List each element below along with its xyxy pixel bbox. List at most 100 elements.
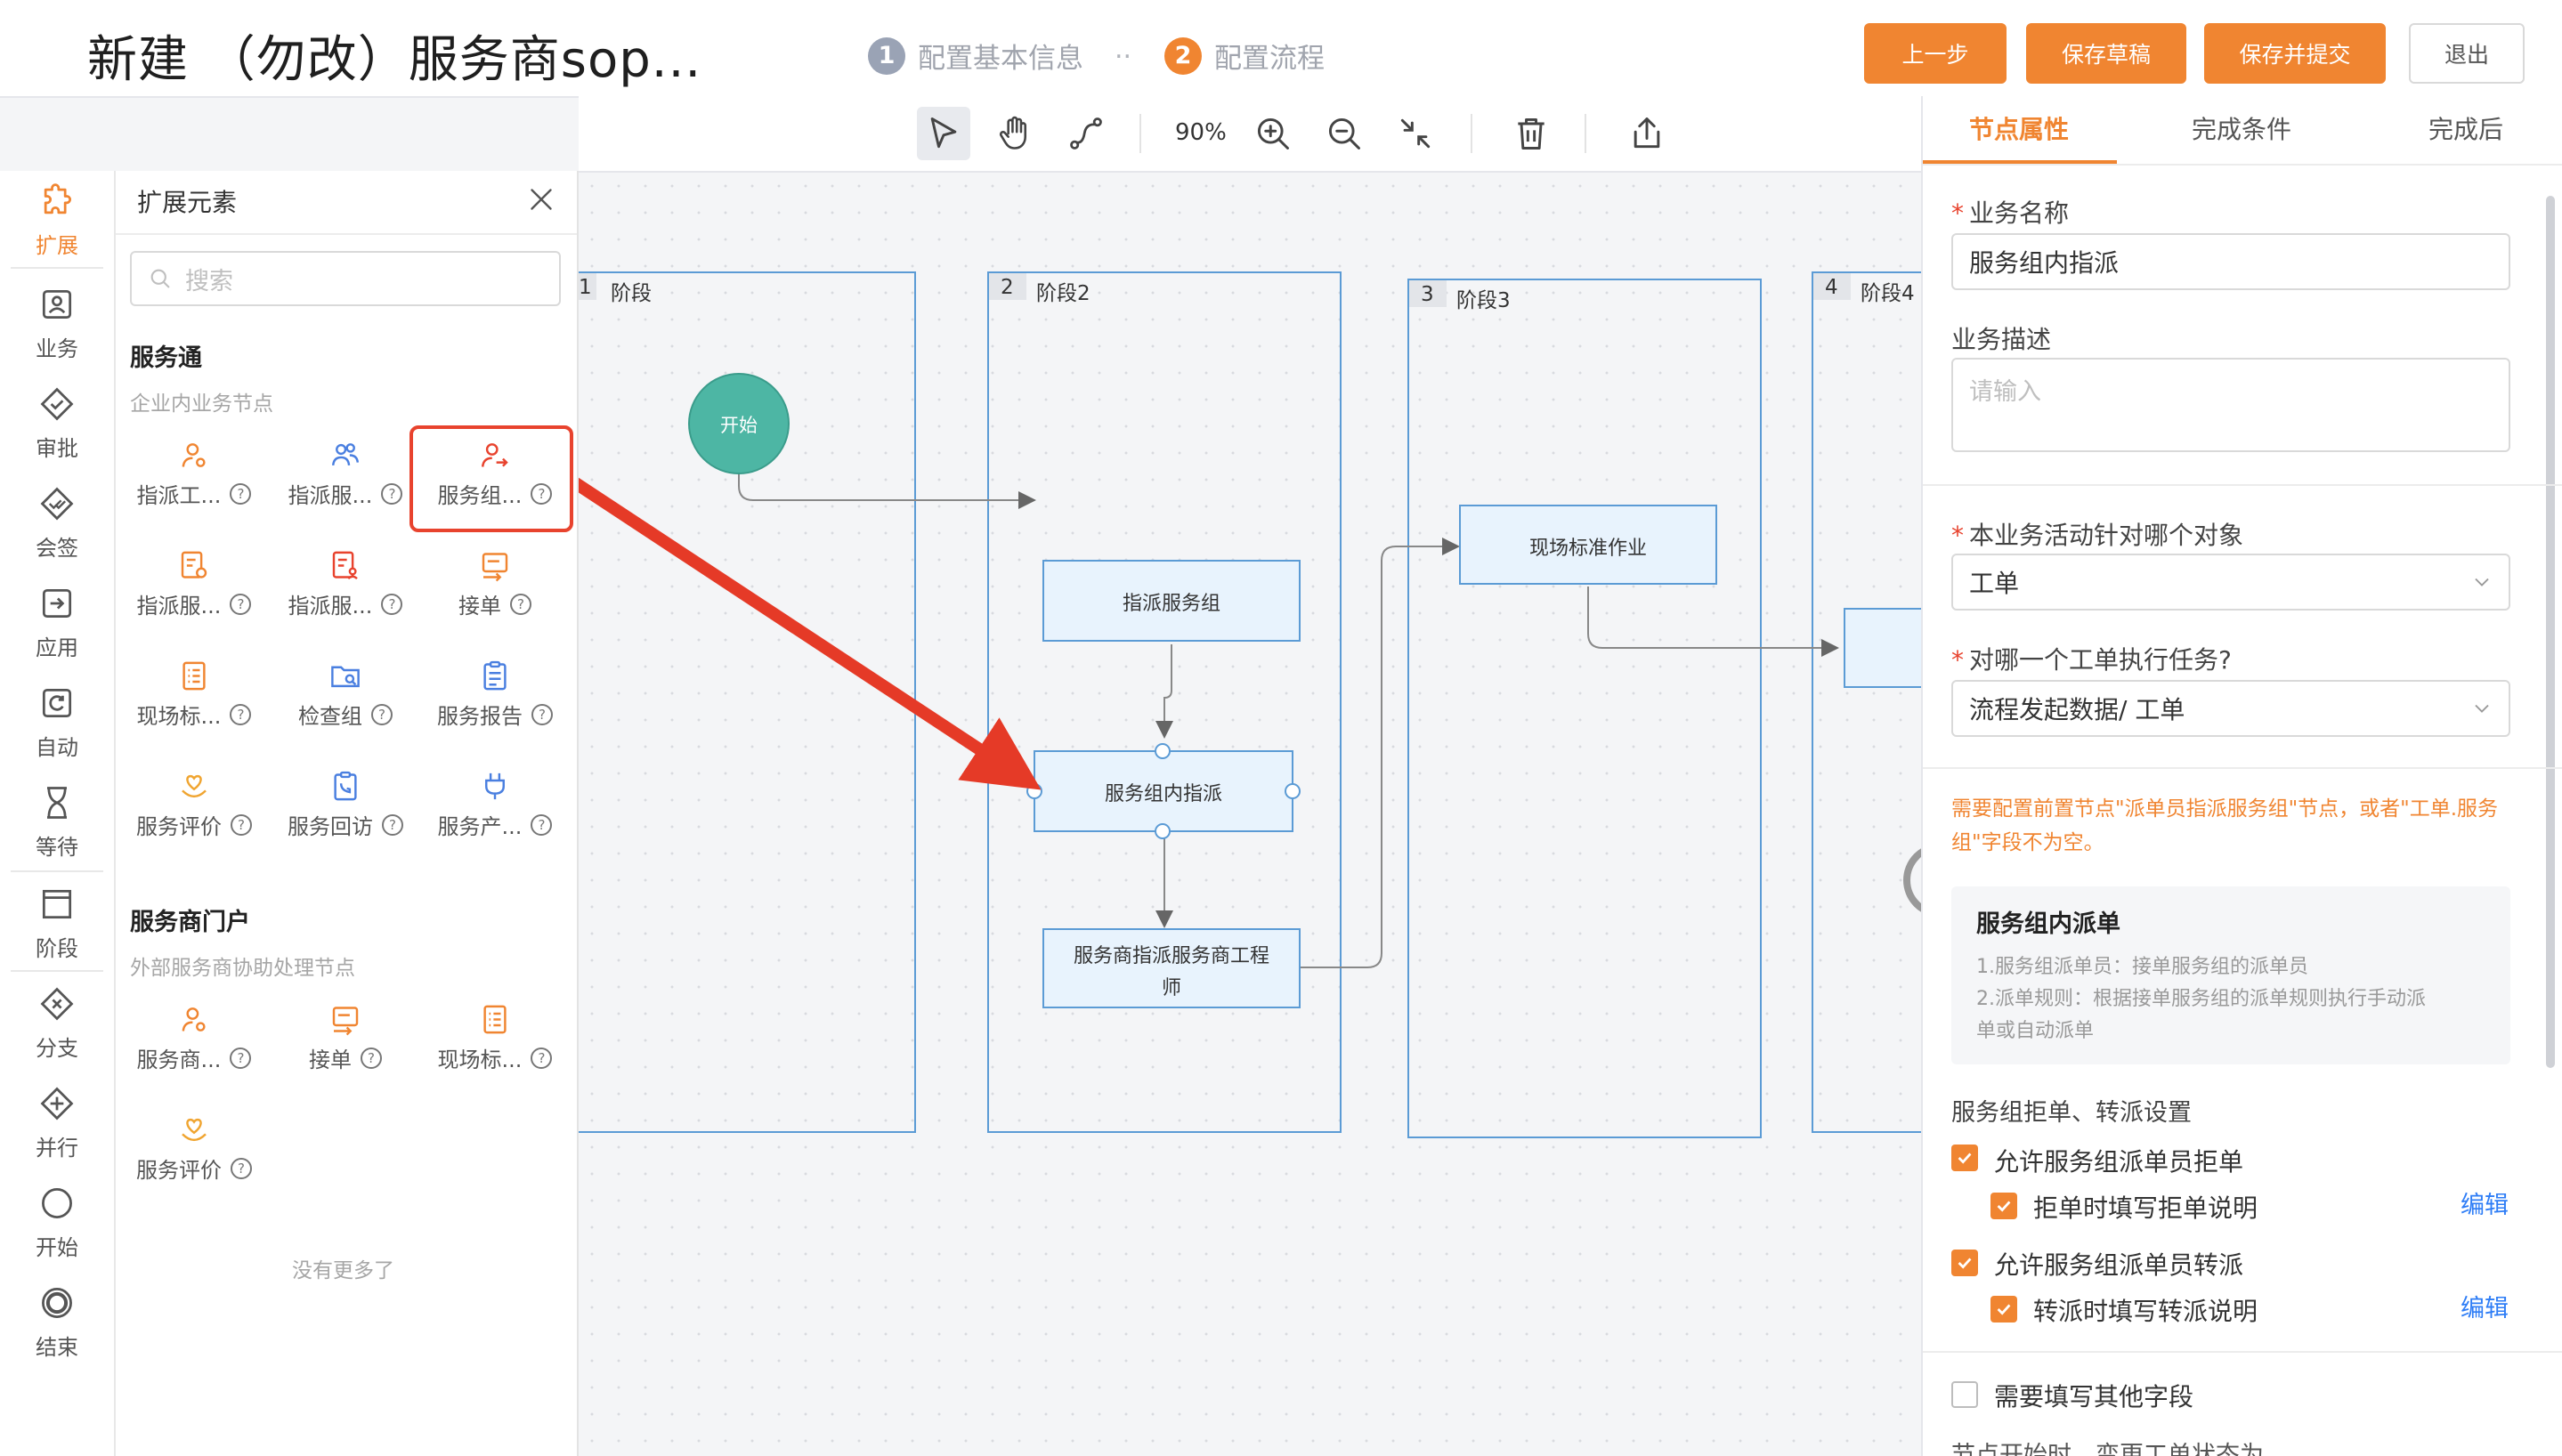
stage-1-label: 阶段: [611, 282, 652, 305]
element-assign-service-1[interactable]: 指派服...?: [121, 548, 267, 619]
help-icon[interactable]: ?: [531, 813, 553, 836]
element-label: 指派服...: [136, 594, 222, 619]
rail-item-wait[interactable]: 等待: [0, 783, 114, 861]
tab-after-completion[interactable]: 完成后: [2428, 110, 2503, 146]
help-icon[interactable]: ?: [230, 703, 252, 725]
step-2[interactable]: 2 配置流程: [1164, 36, 1325, 76]
select-tool[interactable]: [917, 107, 970, 160]
pan-tool[interactable]: [988, 107, 1042, 160]
element-service-revisit[interactable]: 服务回访?: [272, 769, 418, 840]
edge-onsite-to-next[interactable]: [1587, 586, 1839, 657]
phone-clipboard-icon: [334, 771, 357, 801]
form-gear-icon: [181, 551, 207, 578]
delete-button[interactable]: [1504, 107, 1558, 160]
user-gear-icon: [182, 443, 206, 467]
reject-note-checkbox[interactable]: [1990, 1193, 2017, 1219]
connection-port[interactable]: [1155, 743, 1171, 759]
transfer-note-checkbox[interactable]: [1990, 1296, 2017, 1323]
hourglass-icon: [47, 787, 67, 819]
help-icon[interactable]: ?: [381, 593, 403, 615]
plug-icon: [485, 772, 505, 800]
rail-item-approve[interactable]: 审批: [0, 384, 114, 462]
element-assign-worker[interactable]: 指派工...?: [121, 438, 267, 509]
business-desc-textarea[interactable]: 请输入: [1951, 358, 2510, 452]
trash-icon: [1518, 117, 1544, 150]
element-provider-accept[interactable]: 接单?: [272, 1002, 418, 1073]
rail-item-parallel[interactable]: 并行: [0, 1084, 114, 1161]
help-icon[interactable]: ?: [531, 703, 553, 725]
node-partial[interactable]: [1844, 608, 1921, 688]
stage-lane-4[interactable]: [1812, 271, 1921, 1133]
element-provider-rating[interactable]: 服务评价?: [121, 1112, 267, 1184]
edge-assign-to-group[interactable]: [1155, 644, 1173, 739]
zoom-out-button[interactable]: [1317, 107, 1371, 160]
exit-button[interactable]: 退出: [2409, 23, 2525, 84]
help-icon[interactable]: ?: [382, 813, 403, 836]
which-order-select[interactable]: 流程发起数据/ 工单: [1951, 680, 2510, 737]
allow-reject-checkbox[interactable]: [1951, 1145, 1978, 1171]
rail-item-stage[interactable]: 阶段: [0, 885, 114, 962]
help-icon[interactable]: ?: [381, 482, 403, 505]
element-service-product[interactable]: 服务产...?: [422, 769, 568, 840]
save-submit-button[interactable]: 保存并提交: [2204, 23, 2386, 84]
stage-lane-3[interactable]: [1407, 279, 1762, 1138]
search-input[interactable]: 搜索: [130, 251, 561, 306]
rail-item-business[interactable]: 业务: [0, 285, 114, 362]
help-icon[interactable]: ?: [230, 1047, 252, 1069]
element-accept-order[interactable]: 接单?: [422, 548, 568, 619]
business-name-input[interactable]: 服务组内指派: [1951, 233, 2510, 290]
fit-view-button[interactable]: [1389, 107, 1442, 160]
element-assign-service-2[interactable]: 指派服...?: [272, 548, 418, 619]
element-label: 指派服...: [288, 594, 373, 619]
rail-item-start[interactable]: 开始: [0, 1184, 114, 1261]
allow-transfer-checkbox[interactable]: [1951, 1250, 1978, 1276]
close-panel-button[interactable]: [525, 183, 557, 215]
flow-canvas[interactable]: 1 阶段 2 阶段2 3 阶段3 4 阶段4 开始 指派服务组 服务组内指派 服…: [579, 173, 1921, 1456]
start-icon: [42, 1188, 72, 1218]
help-icon[interactable]: ?: [371, 703, 393, 725]
panel-scrollbar[interactable]: [2546, 196, 2555, 1068]
zoom-in-button[interactable]: [1246, 107, 1300, 160]
annotation-arrow: [579, 477, 1042, 790]
step-1[interactable]: 1 配置基本信息: [868, 36, 1083, 76]
edit-reject-note-link[interactable]: 编辑: [2461, 1185, 2509, 1220]
rail-label: 阶段: [36, 936, 78, 961]
connect-tool[interactable]: [1059, 107, 1113, 160]
help-icon[interactable]: ?: [531, 1047, 553, 1069]
element-assign-group[interactable]: 指派服...?: [272, 438, 418, 509]
element-provider-assign[interactable]: 服务商...?: [121, 1002, 267, 1073]
prev-step-button[interactable]: 上一步: [1864, 23, 2007, 84]
save-draft-button[interactable]: 保存草稿: [2026, 23, 2186, 84]
end-node-partial[interactable]: [1903, 846, 1921, 914]
help-icon[interactable]: ?: [361, 1047, 382, 1069]
tab-completion-conditions[interactable]: 完成条件: [2192, 110, 2291, 146]
step-2-label: 配置流程: [1214, 43, 1325, 75]
edit-transfer-note-link[interactable]: 编辑: [2461, 1289, 2509, 1323]
edge-provider-to-onsite[interactable]: [1300, 538, 1460, 968]
element-service-rating[interactable]: 服务评价?: [121, 769, 267, 840]
help-icon[interactable]: ?: [230, 593, 252, 615]
parallel-icon: [40, 1087, 74, 1120]
help-icon[interactable]: ?: [231, 813, 252, 836]
rail-item-end[interactable]: 结束: [0, 1283, 114, 1361]
element-provider-onsite[interactable]: 现场标...?: [422, 1002, 568, 1073]
connection-port[interactable]: [1155, 823, 1171, 839]
help-icon[interactable]: ?: [231, 1157, 252, 1179]
element-inspection-group[interactable]: 检查组?: [272, 659, 418, 730]
rail-item-auto[interactable]: 自动: [0, 684, 114, 761]
help-icon[interactable]: ?: [510, 593, 531, 615]
export-button[interactable]: [1620, 107, 1674, 160]
rail-item-branch[interactable]: 分支: [0, 984, 114, 1062]
no-more-text: 没有更多了: [292, 1259, 394, 1282]
element-service-report[interactable]: 服务报告?: [422, 659, 568, 730]
rail-item-extend[interactable]: 扩展: [0, 182, 114, 259]
pointer-icon: [930, 117, 957, 149]
help-icon[interactable]: ?: [230, 482, 252, 505]
rail-item-app[interactable]: 应用: [0, 584, 114, 661]
rail-item-countersign[interactable]: 会签: [0, 484, 114, 562]
step-1-number: 1: [868, 36, 905, 75]
target-object-select[interactable]: 工单: [1951, 554, 2510, 611]
tab-node-properties[interactable]: 节点属性: [1969, 110, 2069, 146]
other-fields-checkbox[interactable]: [1951, 1381, 1978, 1408]
element-onsite-standard[interactable]: 现场标...?: [121, 659, 267, 730]
